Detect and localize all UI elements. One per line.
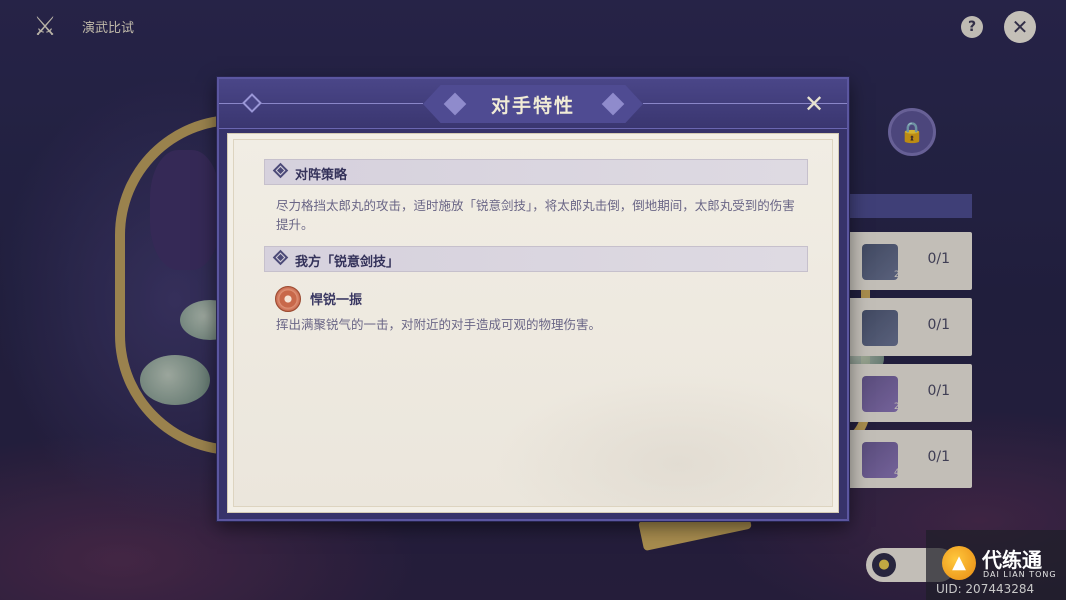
section-title: 我方「锐意剑技」 <box>295 255 400 270</box>
section-title: 对阵策略 <box>295 168 348 183</box>
skill-name: 悍锐一振 <box>310 293 363 308</box>
strategy-text: 尽力格挡太郎丸的攻击，适时施放「锐意剑技」，将太郎丸击倒，倒地期间，太郎丸受到的… <box>276 198 795 232</box>
skill-slash-icon <box>275 286 301 312</box>
diamond-ornament-icon <box>242 93 262 113</box>
skill-description: 挥出满聚锐气的一击，对附近的对手造成可观的物理伤害。 <box>276 317 602 332</box>
modal-header: 对手特性 ✕ <box>219 79 847 129</box>
modal-body: 对阵策略 尽力格挡太郎丸的攻击，适时施放「锐意剑技」，将太郎丸击倒，倒地期间，太… <box>227 133 839 513</box>
watermark: ▲ 代练通 DAI LIAN TONG UID: 207443284 <box>926 530 1066 600</box>
diamond-bullet-icon <box>272 162 289 179</box>
watermark-pinyin: DAI LIAN TONG <box>983 570 1057 579</box>
diamond-bullet-icon <box>272 249 289 266</box>
section-header-strategy: 对阵策略 <box>264 159 808 185</box>
modal-title: 对手特性 <box>490 95 575 117</box>
opponent-traits-modal: 对手特性 ✕ 对阵策略 尽力格挡太郎丸的攻击，适时施放「锐意剑技」，将太郎丸击倒… <box>217 77 849 521</box>
watermark-uid: UID: 207443284 <box>936 582 1035 596</box>
modal-close-button[interactable]: ✕ <box>801 91 827 117</box>
watermark-logo-icon: ▲ <box>942 546 976 580</box>
watermark-name: 代练通 <box>982 548 1042 572</box>
section-header-skill: 我方「锐意剑技」 <box>264 246 808 272</box>
